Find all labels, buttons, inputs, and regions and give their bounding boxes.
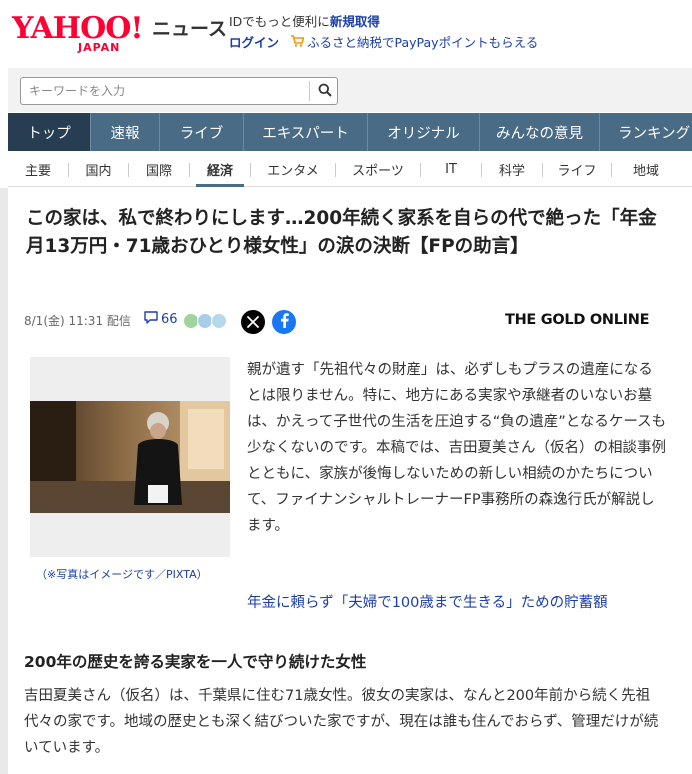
header-links: ログイン ふるさと納税でPayPayポイントもらえる (229, 34, 538, 52)
primary-nav: トップ 速報 ライブ エキスパート オリジナル みんなの意見 ランキング (8, 113, 692, 151)
category-tab-science[interactable]: 科学 (482, 153, 542, 187)
left-gutter (0, 188, 8, 774)
nav-tab-expert[interactable]: エキスパート (244, 113, 368, 151)
nav-tab-breaking[interactable]: 速報 (91, 113, 160, 151)
logo-japan-text: JAPAN (78, 41, 121, 54)
site-header: YAHOO! JAPAN ニュース IDでもっと便利に新規取得 ログイン ふるさ… (0, 0, 692, 64)
article-photo (30, 401, 230, 513)
nav-tab-ranking[interactable]: ランキング (600, 113, 692, 151)
login-link[interactable]: ログイン (229, 35, 279, 50)
article-body: 吉田夏美さん（仮名）は、千葉県に住む71歳女性。彼女の実家は、なんと200年前か… (24, 688, 659, 756)
category-nav: 主要 国内 国際 経済 エンタメ スポーツ IT 科学 ライフ 地域 (8, 153, 692, 187)
category-tab-domestic[interactable]: 国内 (69, 153, 128, 187)
related-article-link[interactable]: 年金に頼らず「夫婦で100歳まで生きる」ための貯蓄額 (247, 591, 608, 612)
comment-icon (144, 311, 158, 328)
comment-count: 66 (161, 312, 178, 327)
search-divider (309, 81, 310, 101)
news-section-title[interactable]: ニュース (152, 16, 227, 42)
category-tab-main[interactable]: 主要 (8, 153, 68, 187)
reaction-think-icon (211, 313, 227, 329)
category-tab-life[interactable]: ライフ (543, 153, 611, 187)
category-tab-economy[interactable]: 経済 (190, 153, 250, 187)
category-tab-entertainment[interactable]: エンタメ (251, 153, 335, 187)
reaction-icons[interactable] (183, 313, 229, 329)
search-box (20, 77, 338, 105)
yahoo-japan-logo[interactable]: YAHOO! JAPAN (12, 12, 152, 54)
register-link[interactable]: 新規取得 (330, 14, 380, 29)
cart-icon (291, 34, 305, 52)
category-tab-it[interactable]: IT (421, 153, 481, 187)
id-promo-text: IDでもっと便利に (229, 14, 330, 29)
category-tab-international[interactable]: 国際 (129, 153, 189, 187)
comments-link[interactable]: 66 (144, 311, 178, 328)
share-x-button[interactable] (241, 310, 265, 334)
section-heading: 200年の歴史を誇る実家を一人で守り続けた女性 (24, 653, 367, 671)
share-facebook-button[interactable] (272, 310, 296, 334)
photo-caption: （※写真はイメージです／PIXTA） (36, 568, 208, 581)
publisher-logo[interactable]: THE GOLD ONLINE (505, 312, 649, 328)
search-input[interactable] (21, 78, 305, 104)
article-date: 8/1(金) 11:31 配信 (24, 314, 131, 328)
nav-tab-original[interactable]: オリジナル (368, 113, 480, 151)
id-promo: IDでもっと便利に新規取得 (229, 13, 380, 31)
facebook-logo-icon (278, 312, 290, 332)
search-button[interactable] (311, 78, 339, 104)
nav-tab-live[interactable]: ライブ (160, 113, 244, 151)
category-tab-local[interactable]: 地域 (612, 153, 680, 187)
article-photo-frame[interactable] (30, 357, 230, 557)
search-icon (318, 82, 332, 101)
nav-tab-opinions[interactable]: みんなの意見 (480, 113, 600, 151)
search-bar-area (8, 68, 692, 112)
category-tab-sports[interactable]: スポーツ (336, 153, 420, 187)
furusato-link[interactable]: ふるさと納税でPayPayポイントもらえる (307, 35, 538, 50)
article-title: この家は、私で終わりにします…200年続く家系を自らの代で絶った「年金月13万円… (26, 208, 657, 257)
nav-tab-top[interactable]: トップ (8, 113, 91, 151)
x-logo-icon (247, 313, 259, 332)
article-lead: 親が遺す「先祖代々の財産」は、必ずしもプラスの遺産になるとは限りません。特に、地… (247, 362, 667, 534)
